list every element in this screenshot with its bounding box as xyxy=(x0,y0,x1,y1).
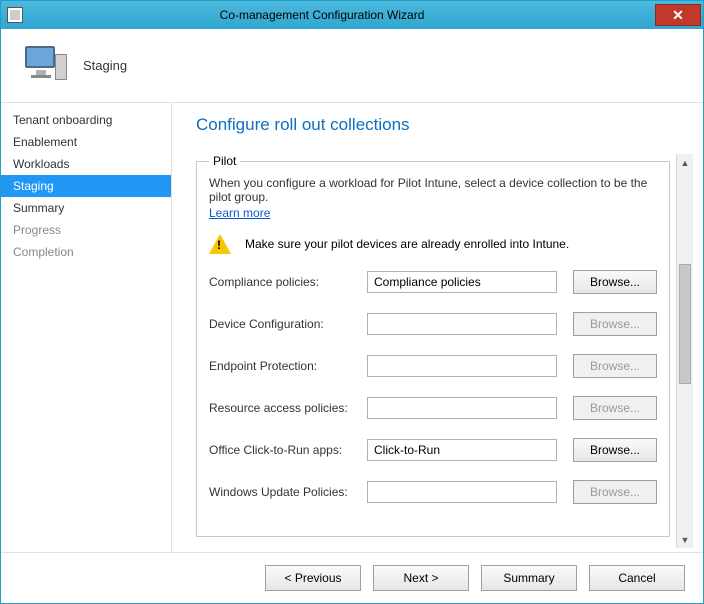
input-compliance-policies[interactable] xyxy=(367,271,557,293)
input-office-click-to-run[interactable] xyxy=(367,439,557,461)
window-title: Co-management Configuration Wizard xyxy=(29,8,655,22)
input-windows-update-policies[interactable] xyxy=(367,481,557,503)
wizard-window: Co-management Configuration Wizard ✕ Sta… xyxy=(0,0,704,604)
next-button[interactable]: Next > xyxy=(373,565,469,591)
warning-row: Make sure your pilot devices are already… xyxy=(209,234,657,254)
browse-device-configuration: Browse... xyxy=(573,312,657,336)
label-windows-update-policies: Windows Update Policies: xyxy=(209,485,367,499)
wizard-footer: < Previous Next > Summary Cancel xyxy=(1,552,703,603)
step-progress[interactable]: Progress xyxy=(1,219,171,241)
row-compliance-policies: Compliance policies: Browse... xyxy=(209,270,657,294)
scroll-down-icon[interactable]: ▼ xyxy=(677,531,693,548)
browse-office-click-to-run[interactable]: Browse... xyxy=(573,438,657,462)
computer-icon xyxy=(21,46,69,86)
pilot-legend: Pilot xyxy=(209,154,240,168)
close-button[interactable]: ✕ xyxy=(655,4,701,26)
learn-more-link[interactable]: Learn more xyxy=(209,206,270,220)
row-endpoint-protection: Endpoint Protection: Browse... xyxy=(209,354,657,378)
window-icon xyxy=(7,7,23,23)
step-staging[interactable]: Staging xyxy=(1,175,171,197)
cancel-button[interactable]: Cancel xyxy=(589,565,685,591)
input-resource-access-policies[interactable] xyxy=(367,397,557,419)
row-office-click-to-run: Office Click-to-Run apps: Browse... xyxy=(209,438,657,462)
step-enablement[interactable]: Enablement xyxy=(1,131,171,153)
label-resource-access-policies: Resource access policies: xyxy=(209,401,367,415)
title-bar: Co-management Configuration Wizard ✕ xyxy=(1,1,703,29)
row-windows-update-policies: Windows Update Policies: Browse... xyxy=(209,480,657,504)
warning-icon xyxy=(209,234,231,254)
wizard-body: Tenant onboarding Enablement Workloads S… xyxy=(1,103,703,552)
browse-resource-access-policies: Browse... xyxy=(573,396,657,420)
label-office-click-to-run: Office Click-to-Run apps: xyxy=(209,443,367,457)
wizard-steps-sidebar: Tenant onboarding Enablement Workloads S… xyxy=(1,103,172,552)
row-device-configuration: Device Configuration: Browse... xyxy=(209,312,657,336)
previous-button[interactable]: < Previous xyxy=(265,565,361,591)
wizard-main: Configure roll out collections Pilot Whe… xyxy=(172,103,703,552)
label-device-configuration: Device Configuration: xyxy=(209,317,367,331)
browse-windows-update-policies: Browse... xyxy=(573,480,657,504)
warning-text: Make sure your pilot devices are already… xyxy=(245,237,569,251)
label-endpoint-protection: Endpoint Protection: xyxy=(209,359,367,373)
browse-compliance-policies[interactable]: Browse... xyxy=(573,270,657,294)
pilot-group: Pilot When you configure a workload for … xyxy=(196,154,670,537)
summary-button[interactable]: Summary xyxy=(481,565,577,591)
row-resource-access-policies: Resource access policies: Browse... xyxy=(209,396,657,420)
scroll-area: Pilot When you configure a workload for … xyxy=(196,153,693,548)
scroll-up-icon[interactable]: ▲ xyxy=(677,154,693,171)
step-completion[interactable]: Completion xyxy=(1,241,171,263)
step-workloads[interactable]: Workloads xyxy=(1,153,171,175)
step-summary[interactable]: Summary xyxy=(1,197,171,219)
wizard-header: Staging xyxy=(1,29,703,103)
scroll-thumb[interactable] xyxy=(679,264,691,384)
page-title: Staging xyxy=(83,58,127,73)
browse-endpoint-protection: Browse... xyxy=(573,354,657,378)
input-device-configuration[interactable] xyxy=(367,313,557,335)
pilot-description: When you configure a workload for Pilot … xyxy=(209,176,657,204)
main-heading: Configure roll out collections xyxy=(196,115,693,135)
label-compliance-policies: Compliance policies: xyxy=(209,275,367,289)
step-tenant-onboarding[interactable]: Tenant onboarding xyxy=(1,109,171,131)
vertical-scrollbar[interactable]: ▲ ▼ xyxy=(676,154,693,548)
input-endpoint-protection[interactable] xyxy=(367,355,557,377)
